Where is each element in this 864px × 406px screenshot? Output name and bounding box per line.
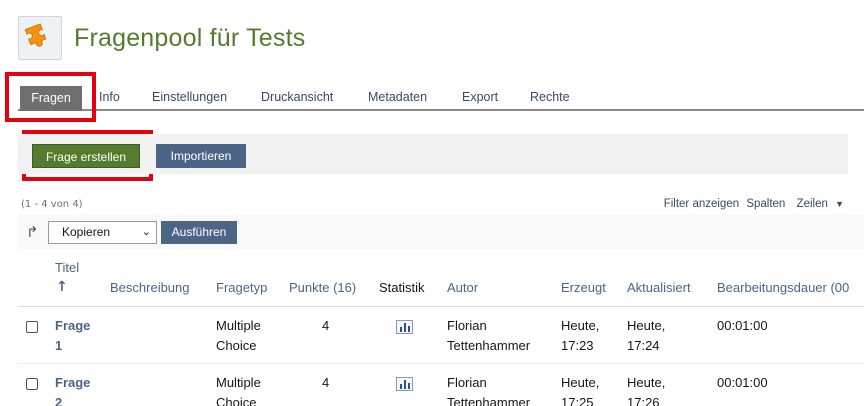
column-header-title[interactable]: Titel (55, 260, 79, 275)
updated-time: 17:26 (627, 395, 660, 406)
question-title-number: 1 (55, 338, 63, 353)
question-title-number: 2 (55, 395, 63, 406)
question-type-line: Choice (216, 338, 257, 353)
sort-up-arrow-icon[interactable]: ↑ (56, 279, 68, 295)
column-header-description[interactable]: Beschreibung (110, 280, 190, 295)
puzzle-icon (18, 16, 62, 60)
action-select-value: Kopieren (62, 225, 111, 239)
caret-down-icon: ▼ (835, 199, 844, 209)
question-points: 4 (322, 318, 330, 333)
question-type: Multiple Choice (216, 316, 261, 356)
created-day: Heute, (561, 318, 600, 333)
arrow-turn-icon: ↱ (26, 223, 39, 241)
column-header-updated[interactable]: Aktualisiert (627, 280, 691, 295)
author-first-name: Florian (447, 375, 487, 390)
statistics-chart-icon[interactable] (396, 320, 413, 334)
updated-day: Heute, (627, 375, 666, 390)
question-duration: 00:01:00 (717, 318, 768, 333)
tab-rechte[interactable]: Rechte (530, 90, 570, 104)
create-question-button[interactable]: Frage erstellen (32, 144, 140, 168)
import-button[interactable]: Importieren (156, 144, 246, 168)
author-last-name: Tettenhammer (447, 395, 531, 406)
toolbar: Frage erstellen Importieren (18, 134, 848, 174)
question-type: Multiple Choice (216, 373, 261, 406)
question-title-line: Frage (55, 375, 91, 390)
question-title-link[interactable]: Frage 2 (55, 373, 90, 406)
updated-day: Heute, (627, 318, 666, 333)
filter-toggle-link[interactable]: Filter anzeigen (664, 198, 739, 210)
question-updated: Heute, 17:26 (627, 373, 665, 406)
row-checkbox[interactable] (26, 378, 38, 390)
chevron-down-icon: ⌄ (141, 226, 151, 238)
tab-metadaten[interactable]: Metadaten (368, 90, 427, 104)
created-time: 17:25 (561, 395, 594, 406)
action-select[interactable]: Kopieren ⌄ (48, 221, 157, 244)
tab-einstellungen[interactable]: Einstellungen (152, 90, 227, 104)
question-title-line: Frage (55, 318, 91, 333)
question-type-line: Multiple (216, 375, 261, 390)
highlight-tab-fragen (5, 72, 96, 122)
page-title: Fragenpool für Tests (74, 23, 306, 52)
column-header-statistic: Statistik (379, 280, 425, 295)
column-header-points[interactable]: Punkte (16) (289, 280, 356, 295)
columns-menu[interactable]: Spalten (746, 198, 785, 210)
row-checkbox[interactable] (26, 321, 38, 333)
author-last-name: Tettenhammer (447, 338, 531, 353)
execute-button[interactable]: Ausführen (161, 221, 237, 244)
rows-label: Zeilen (796, 198, 828, 210)
column-header-type[interactable]: Fragetyp (216, 280, 267, 295)
question-title-link[interactable]: Frage 1 (55, 316, 90, 356)
rows-menu[interactable]: Zeilen ▼ (793, 198, 844, 210)
question-author: Florian Tettenhammer (447, 373, 530, 406)
question-type-line: Choice (216, 395, 257, 406)
tab-info[interactable]: Info (99, 90, 120, 104)
question-type-line: Multiple (216, 318, 261, 333)
question-created: Heute, 17:25 (561, 373, 599, 406)
question-duration: 00:01:00 (717, 375, 768, 390)
column-header-created[interactable]: Erzeugt (561, 280, 606, 295)
tab-druckansicht[interactable]: Druckansicht (261, 90, 333, 104)
updated-time: 17:24 (627, 338, 660, 353)
statistics-chart-icon[interactable] (396, 377, 413, 391)
created-time: 17:23 (561, 338, 594, 353)
question-author: Florian Tettenhammer (447, 316, 530, 356)
table-controls: Filter anzeigen Spalten Zeilen ▼ (660, 198, 844, 210)
table-header: Titel ↑ Beschreibung Fragetyp Punkte (16… (18, 251, 864, 307)
question-points: 4 (322, 375, 330, 390)
tab-bar: Fragen Info Einstellungen Druckansicht M… (18, 86, 864, 111)
tab-export[interactable]: Export (462, 90, 498, 104)
column-header-duration[interactable]: Bearbeitungsdauer (00 (717, 280, 849, 295)
bulk-actions-bar: ↱ Kopieren ⌄ Ausführen (18, 215, 864, 249)
page-header: Fragenpool für Tests (18, 14, 305, 62)
created-day: Heute, (561, 375, 600, 390)
table-row: Frage 2 Multiple Choice 4 Florian Tetten… (18, 365, 864, 406)
question-updated: Heute, 17:24 (627, 316, 665, 356)
column-header-author[interactable]: Autor (447, 280, 478, 295)
result-count: (1 - 4 von 4) (21, 199, 83, 210)
author-first-name: Florian (447, 318, 487, 333)
table-row: Frage 1 Multiple Choice 4 Florian Tetten… (18, 308, 864, 364)
question-created: Heute, 17:23 (561, 316, 599, 356)
